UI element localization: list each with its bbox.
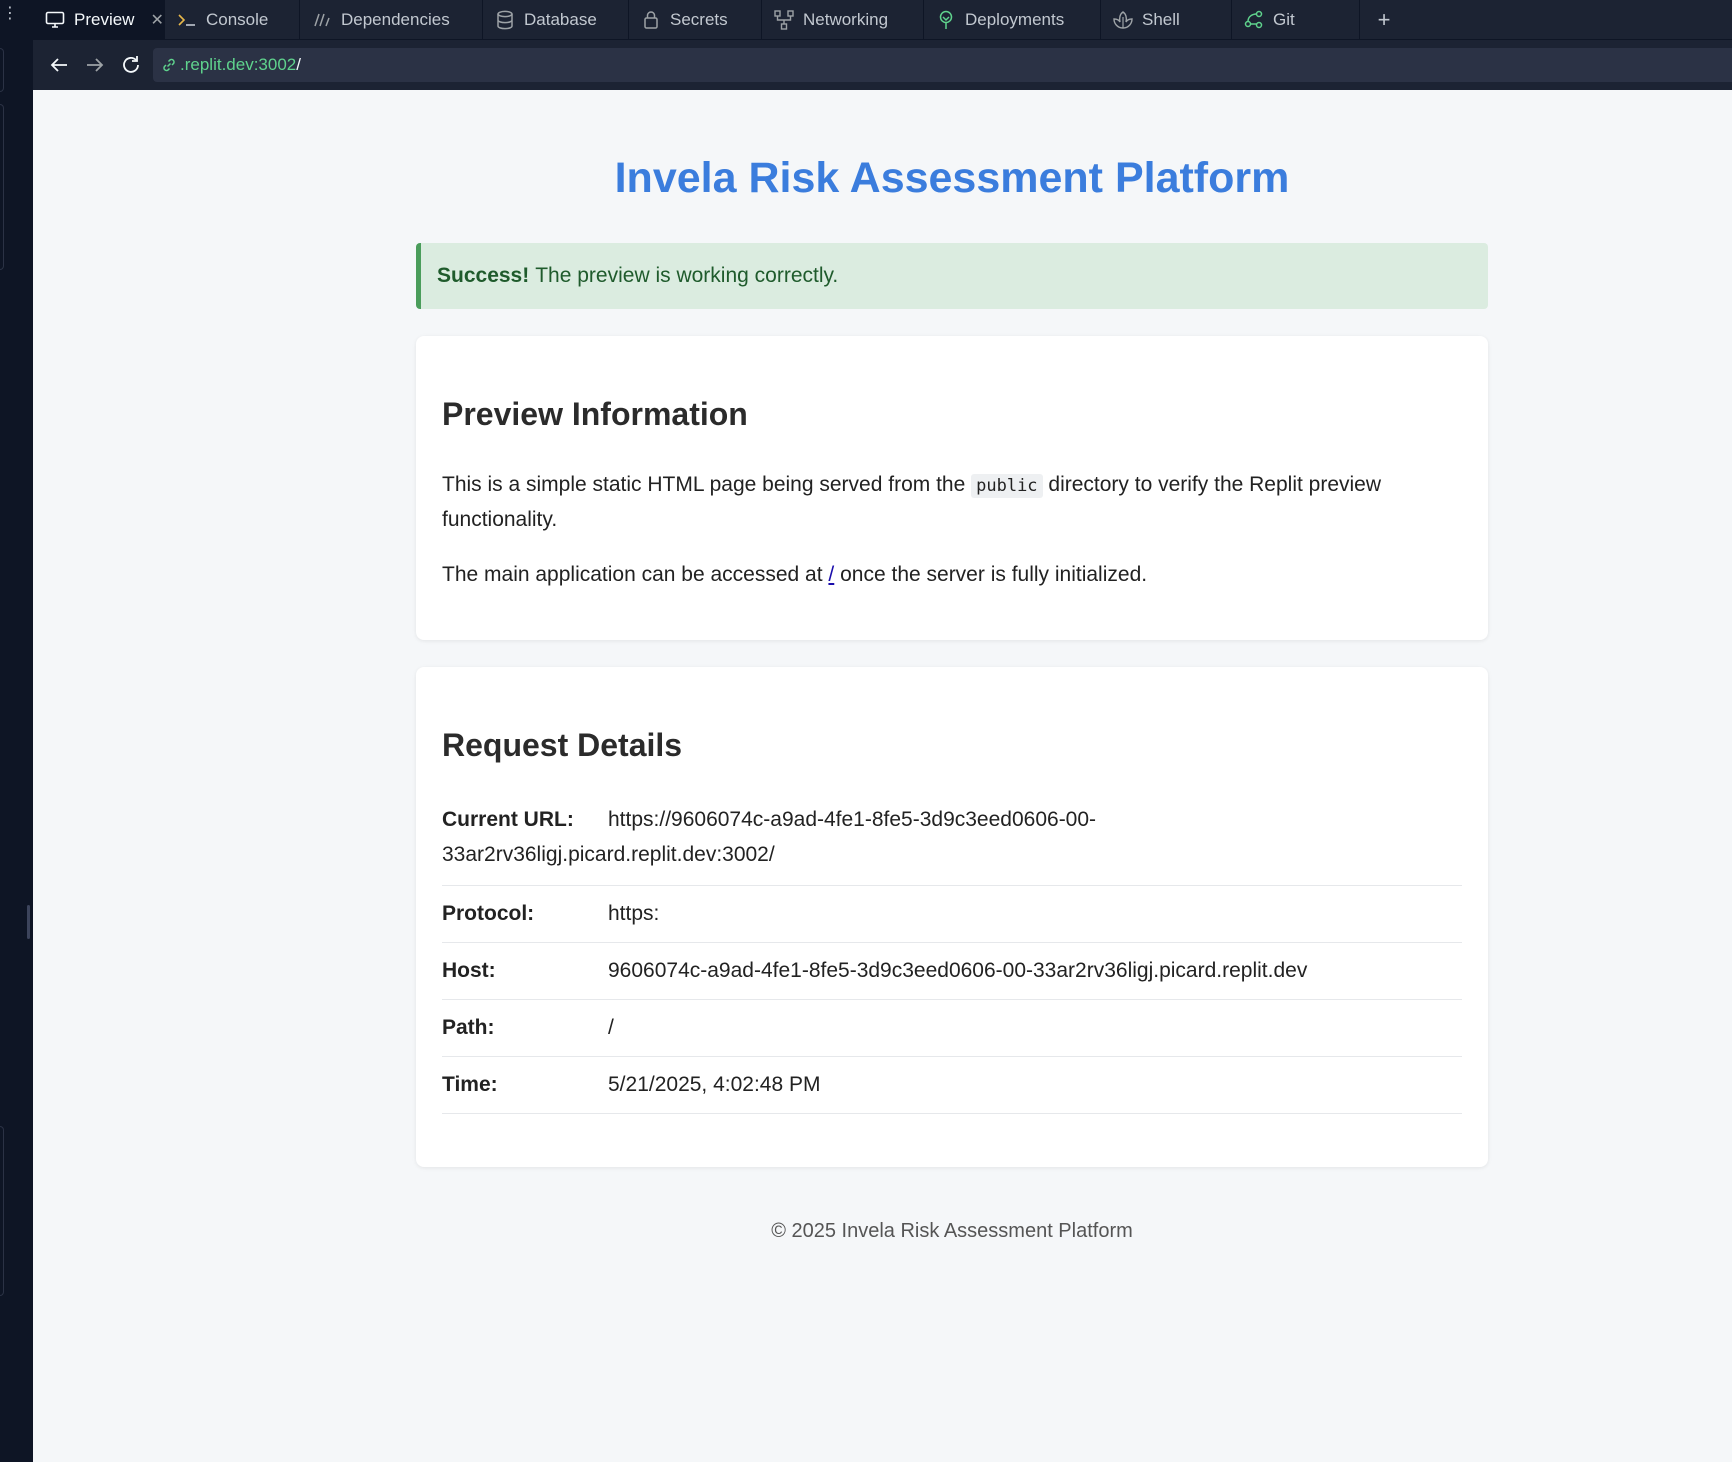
detail-row-protocol: Protocol: https: [442,886,1462,943]
detail-label: Time: [442,1073,498,1096]
arrow-left-icon [50,58,67,72]
alert-strong: Success! [437,264,530,287]
detail-label: Host: [442,959,496,982]
git-icon [1244,10,1264,30]
tab-dependencies[interactable]: Dependencies [300,0,483,40]
tab-label: Database [524,10,597,29]
preview-info-paragraph: This is a simple static HTML page being … [442,468,1442,536]
resize-handle[interactable] [27,905,30,939]
more-options-icon[interactable]: ⋮ [2,6,18,22]
url-path: / [296,55,301,74]
left-gutter: ⋮ [0,0,33,1462]
monitor-icon [45,10,65,30]
tab-label: Shell [1142,10,1180,29]
tab-deployments[interactable]: Deployments [924,0,1101,40]
back-button[interactable] [41,47,77,83]
detail-row-path: Path: / [442,1000,1462,1057]
preview-viewport: Invela Risk Assessment Platform Success!… [33,90,1732,1462]
tab-shell[interactable]: Shell [1101,0,1232,40]
code-public: public [971,474,1043,498]
success-alert: Success! The preview is working correctl… [416,243,1488,309]
address-bar: .replit.dev:3002/ [33,40,1732,90]
plus-icon: + [1377,7,1391,32]
tab-label: Git [1273,10,1295,29]
deploy-icon [936,10,956,30]
shell-icon [1113,10,1133,30]
text: The main application can be accessed at [442,563,823,586]
detail-value: 9606074c-a9ad-4fe1-8fe5-3d9c3eed0606-00-… [608,959,1308,982]
network-icon [774,10,794,30]
dependencies-icon [312,10,332,30]
tab-console[interactable]: Console [165,0,300,40]
link-icon [163,58,175,72]
reload-button[interactable] [113,47,149,83]
lock-icon [641,10,661,30]
detail-value: / [608,1016,614,1039]
tab-label: Console [206,10,269,29]
detail-row-time: Time: 5/21/2025, 4:02:48 PM [442,1057,1462,1114]
reload-icon [123,56,139,73]
forward-button[interactable] [77,47,113,83]
detail-label: Protocol: [442,902,535,925]
arrow-right-icon [87,58,104,72]
page-title: Invela Risk Assessment Platform [614,154,1290,202]
detail-row-host: Host: 9606074c-a9ad-4fe1-8fe5-3d9c3eed06… [442,943,1462,1000]
close-icon[interactable]: ✕ [150,10,163,30]
detail-value: 5/21/2025, 4:02:48 PM [608,1073,821,1096]
detail-value: https: [608,902,660,925]
root-link[interactable]: / [828,563,834,586]
tab-database[interactable]: Database [483,0,629,40]
detail-label: Current URL: [442,808,574,831]
panel-edge [0,104,4,270]
database-icon [495,10,515,30]
text: once the server is fully initialized. [840,563,1148,586]
panel-edge [0,1126,4,1296]
page-footer: © 2025 Invela Risk Assessment Platform [771,1220,1133,1242]
detail-row-url: Current URL: https://9606074c-a9ad-4fe1-8… [442,802,1462,886]
alert-text: The preview is working correctly. [535,264,839,287]
preview-info-card: Preview Information This is a simple sta… [416,336,1488,640]
preview-info-heading: Preview Information [442,396,748,432]
request-details-heading: Request Details [442,727,683,763]
main-app-paragraph: The main application can be accessed at … [442,558,1442,591]
url-field[interactable]: .replit.dev:3002/ [153,48,1732,82]
request-details-card: Request Details Current URL: https://9606… [416,667,1488,1167]
tab-label: Dependencies [341,10,450,29]
tab-label: Secrets [670,10,728,29]
tab-label: Networking [803,10,889,29]
current-url: Current URL: https://9606074c-a9ad-4fe1-8… [442,802,1362,872]
tab-label: Preview [74,10,135,29]
tab-preview[interactable]: Preview ✕ [33,0,165,40]
terminal-icon [177,10,197,30]
tab-networking[interactable]: Networking [762,0,924,40]
url-host: .replit.dev:3002 [180,55,297,74]
tab-label: Deployments [965,10,1065,29]
add-tab-button[interactable]: + [1360,0,1408,40]
panel-edge [0,48,4,92]
text: This is a simple static HTML page being … [442,473,966,496]
tab-bar: Preview ✕ Console Dependencies Database … [33,0,1732,40]
tab-git[interactable]: Git [1232,0,1360,40]
detail-label: Path: [442,1016,495,1039]
tab-secrets[interactable]: Secrets [629,0,762,40]
